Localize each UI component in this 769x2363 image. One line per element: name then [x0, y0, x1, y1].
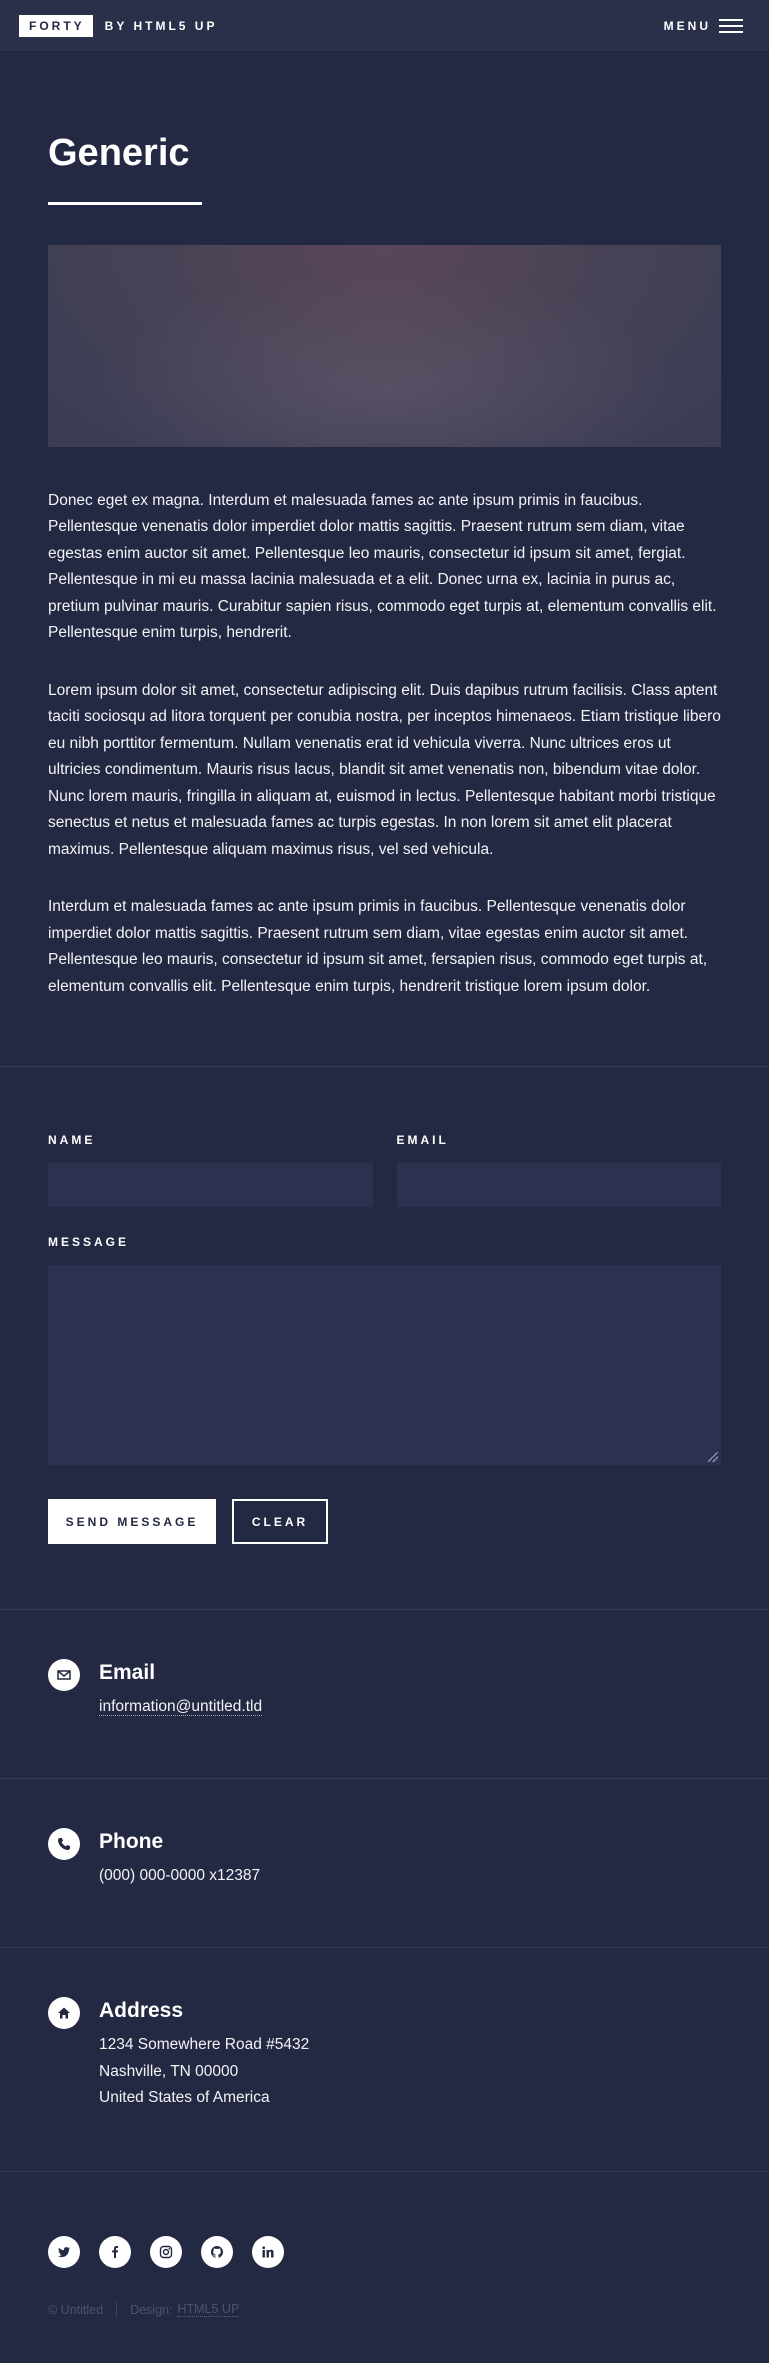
logo-byline: BY HTML5 UP [104, 18, 218, 33]
body-paragraph-1: Donec eget ex magna. Interdum et malesua… [48, 491, 717, 642]
instagram-icon[interactable] [150, 2236, 182, 2269]
hamburger-icon [719, 18, 743, 33]
email-label: EMAIL [396, 1133, 449, 1148]
name-input[interactable] [48, 1163, 373, 1208]
message-textarea[interactable] [48, 1265, 721, 1466]
name-label: NAME [48, 1133, 96, 1148]
email-input[interactable] [396, 1163, 721, 1208]
home-icon [48, 1997, 80, 2030]
logo-box-text: FORTY [19, 14, 93, 37]
title-underline [48, 201, 202, 205]
copyright-text: © Untitled [48, 2302, 104, 2317]
twitter-icon[interactable] [48, 2236, 80, 2269]
site-header: FORTY BY HTML5 UP MENU [0, 0, 769, 51]
envelope-icon [48, 1659, 80, 1692]
site-footer: © Untitled Design: HTML5 UP [0, 2172, 769, 2318]
design-credit-link[interactable]: HTML5 UP [177, 2302, 240, 2318]
design-credit-prefix: Design: [130, 2302, 173, 2317]
phone-number: (000) 000-0000 x12387 [99, 1867, 261, 1885]
send-message-button[interactable]: SEND MESSAGE [48, 1499, 216, 1545]
clear-button[interactable]: CLEAR [232, 1499, 328, 1545]
linkedin-icon[interactable] [252, 2236, 284, 2269]
address-title: Address [99, 1999, 184, 2023]
main-content: Generic Donec eget ex magna. Interdum et… [0, 131, 769, 1000]
site-logo[interactable]: FORTY BY HTML5 UP [19, 14, 218, 37]
contact-email: Email information@untitled.tld [0, 1610, 769, 1778]
menu-button[interactable]: MENU [663, 18, 743, 33]
github-icon[interactable] [201, 2236, 233, 2269]
body-paragraph-2: Lorem ipsum dolor sit amet, consectetur … [48, 681, 721, 858]
email-title: Email [99, 1661, 156, 1685]
address-line-1: 1234 Somewhere Road #5432 [99, 2036, 310, 2054]
contact-form: NAME EMAIL MESSAGE SEND MESSAGE CLEAR [0, 1067, 769, 1545]
phone-icon [48, 1828, 80, 1861]
phone-title: Phone [99, 1830, 164, 1854]
page-title: Generic [48, 132, 190, 174]
hero-image [48, 244, 721, 447]
resize-handle-icon[interactable] [708, 1452, 718, 1463]
contact-phone: Phone (000) 000-0000 x12387 [0, 1779, 769, 1947]
facebook-icon[interactable] [99, 2236, 131, 2269]
message-label: MESSAGE [48, 1235, 130, 1250]
menu-label: MENU [663, 18, 711, 33]
copyright-separator [116, 2302, 118, 2318]
copyright-bar: © Untitled Design: HTML5 UP [48, 2302, 721, 2318]
contact-address: Address 1234 Somewhere Road #5432 Nashvi… [0, 1948, 769, 2171]
body-paragraph-3: Interdum et malesuada fames ac ante ipsu… [48, 898, 708, 995]
social-icons [48, 2236, 721, 2269]
address-line-2: Nashville, TN 00000 [99, 2062, 239, 2080]
email-link[interactable]: information@untitled.tld [99, 1698, 263, 1717]
address-line-3: United States of America [99, 2089, 270, 2107]
